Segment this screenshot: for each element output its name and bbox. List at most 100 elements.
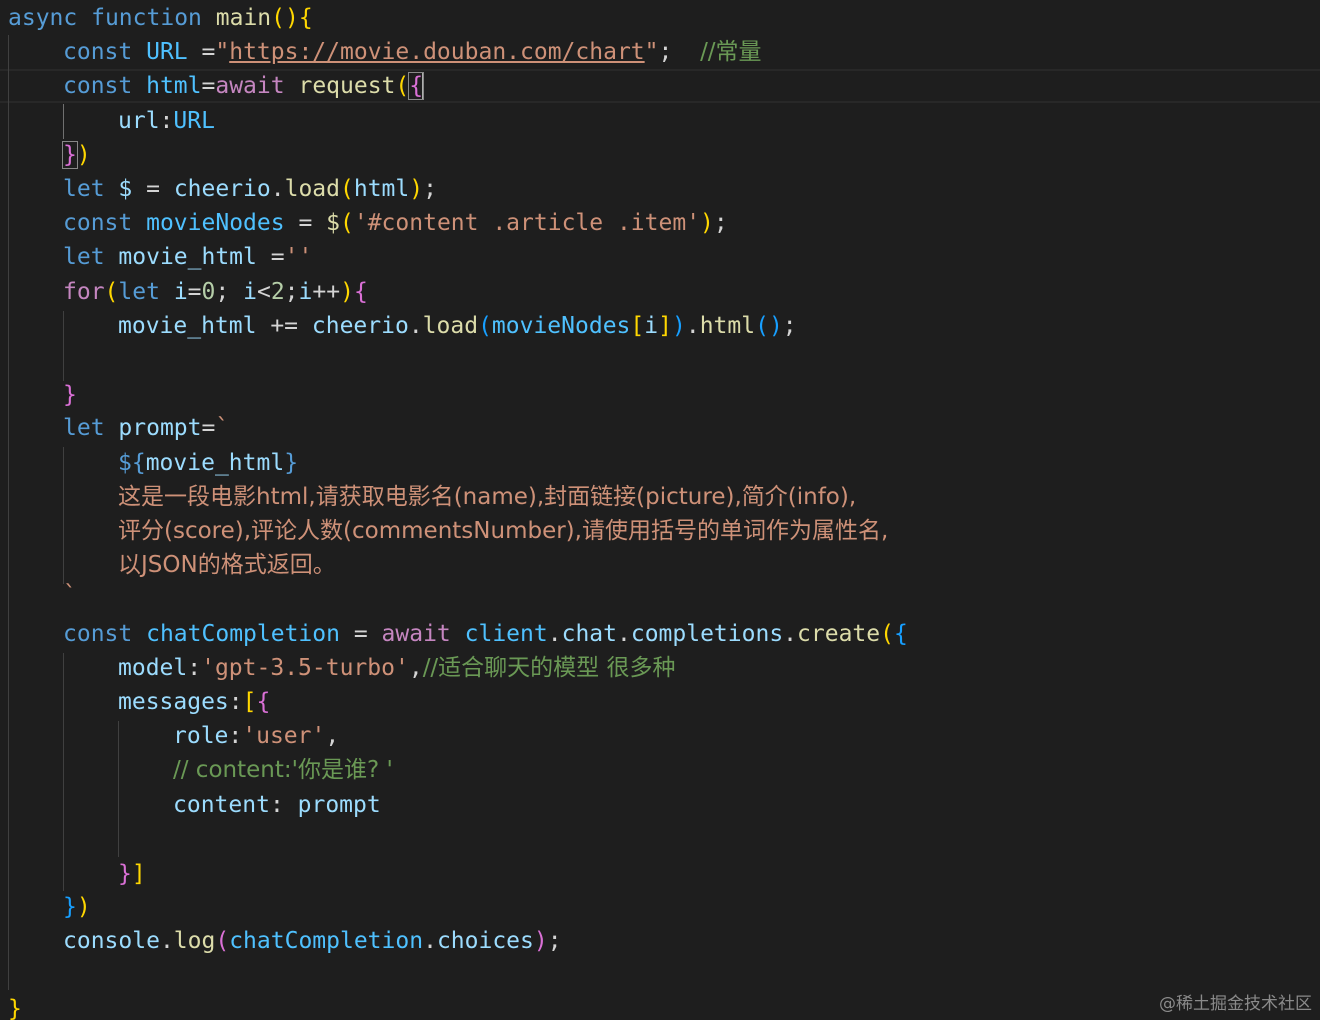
code-line-5[interactable]: }) [62, 138, 91, 172]
punctuation-token: , [325, 723, 340, 749]
operator-token: = [187, 279, 202, 305]
indent-guide [63, 311, 64, 381]
code-line-16[interactable]: 评分(score),评论人数(commentsNumber),请使用括号的单词作… [118, 514, 888, 548]
code-line-27[interactable]: }] [118, 857, 146, 891]
punctuation-token: . [270, 176, 285, 202]
variable-token: prompt [297, 792, 381, 818]
function-call-token: log [173, 928, 216, 954]
code-line-2[interactable]: const URL ="https://movie.douban.com/cha… [63, 35, 762, 69]
punctuation-token: ; [547, 928, 562, 954]
code-line-4[interactable]: url:URL [118, 104, 215, 138]
code-line-9[interactable]: for(let i=0; i<2;i++){ [63, 275, 368, 309]
punctuation-token: : [159, 108, 174, 134]
code-line-14[interactable]: ${movie_html} [118, 446, 298, 480]
variable-token: i [173, 279, 188, 305]
property-token: chat [561, 621, 617, 647]
punctuation-token: ; [284, 279, 299, 305]
code-line-21[interactable]: model:'gpt-3.5-turbo',//适合聊天的模型 很多种 [118, 651, 676, 685]
code-line-3[interactable]: const html=await request({ [63, 69, 425, 103]
code-line-17[interactable]: 以JSON的格式返回。 [118, 548, 336, 582]
keyword-token: let [63, 415, 105, 441]
bracket-token: ( [478, 313, 492, 339]
number-token: 0 [201, 279, 216, 305]
code-line-23[interactable]: role:'user', [173, 719, 339, 753]
string-token: '#content .article .item' [353, 210, 701, 236]
code-line-13[interactable]: let prompt=` [63, 411, 229, 445]
template-expression-token: ${ [118, 450, 146, 476]
punctuation-token: . [783, 621, 798, 647]
bracket-token: ) [76, 894, 91, 920]
keyword-token: function [91, 5, 202, 31]
code-line-28[interactable]: }) [63, 890, 91, 924]
keyword-token: let [118, 279, 160, 305]
constant-token: chatCompletion [146, 621, 340, 647]
property-token: role [173, 723, 229, 749]
bracket-token: ( [395, 73, 410, 99]
operator-token: += [256, 313, 312, 339]
function-call-token: request [298, 73, 396, 99]
property-token: completions [630, 621, 784, 647]
operator-token: = [132, 176, 174, 202]
function-name-token: main [215, 5, 272, 31]
bracket-token: ) [340, 279, 354, 305]
punctuation-token: : [269, 792, 298, 818]
code-line-29[interactable]: console.log(chatCompletion.choices); [63, 924, 562, 958]
constant-token: URL [173, 108, 215, 134]
bracket-token: () [755, 313, 783, 339]
watermark: @稀土掘金技术社区 [1159, 994, 1312, 1014]
code-line-24[interactable]: // content:'你是谁? ' [173, 753, 393, 787]
punctuation-token: , [408, 655, 423, 681]
number-token: 2 [270, 279, 285, 305]
bracket-token: ) [409, 176, 424, 202]
keyword-token: const [63, 73, 133, 99]
indent-guide [118, 721, 119, 857]
property-token: url [118, 108, 160, 134]
code-line-25[interactable]: content: prompt [173, 788, 381, 822]
bracket-token: { [256, 689, 271, 715]
template-expression-token: } [284, 450, 299, 476]
constant-token: movieNodes [146, 210, 285, 236]
constant-token: chatCompletion [229, 928, 424, 954]
operator-token: < [256, 279, 271, 305]
keyword-token: const [63, 39, 133, 65]
punctuation-token: : [228, 689, 243, 715]
code-line-31[interactable]: } [8, 992, 22, 1020]
bracket-token: [ [242, 689, 257, 715]
code-line-15[interactable]: 这是一段电影html,请获取电影名(name),封面链接(picture),简介… [118, 480, 856, 514]
punctuation-token: . [685, 313, 700, 339]
code-line-10[interactable]: movie_html += cheerio.load(movieNodes[i]… [118, 309, 797, 343]
property-token: choices [436, 928, 534, 954]
code-line-6[interactable]: let $ = cheerio.load(html); [63, 172, 437, 206]
variable-token: console [63, 928, 160, 954]
variable-token: cheerio [173, 176, 271, 202]
constant-token: client [464, 621, 548, 647]
variable-token: prompt [118, 415, 202, 441]
string-token: '' [284, 244, 313, 270]
url-link[interactable]: https://movie.douban.com/chart [229, 39, 644, 65]
code-line-1[interactable]: async function main(){ [8, 1, 313, 35]
bracket-token: [ [630, 313, 645, 339]
code-editor[interactable]: async function main(){ const URL ="https… [0, 0, 1320, 1020]
code-line-22[interactable]: messages:[{ [118, 685, 270, 719]
variable-token: i [644, 313, 659, 339]
bracket-token: ) [671, 313, 686, 339]
comment-token: //适合聊天的模型 很多种 [422, 655, 676, 681]
bracket-token: ) [700, 210, 714, 236]
operator-token: = [201, 73, 216, 99]
constant-token: html [146, 73, 202, 99]
punctuation-token: . [423, 928, 437, 954]
punctuation-token: . [547, 621, 562, 647]
code-line-12[interactable]: } [63, 378, 77, 412]
code-line-20[interactable]: const chatCompletion = await client.chat… [63, 617, 908, 651]
variable-token: i [298, 279, 313, 305]
indent-guide [8, 35, 9, 990]
operator-token: = [256, 244, 285, 270]
bracket-token: } [118, 861, 132, 887]
code-line-7[interactable]: const movieNodes = $('#content .article … [63, 206, 728, 240]
code-line-18[interactable]: ` [63, 578, 77, 612]
keyword-token: const [63, 621, 133, 647]
function-call-token: html [699, 313, 756, 339]
bracket-token: ( [340, 176, 354, 202]
code-line-8[interactable]: let movie_html ='' [63, 240, 312, 274]
text-cursor [422, 73, 425, 100]
